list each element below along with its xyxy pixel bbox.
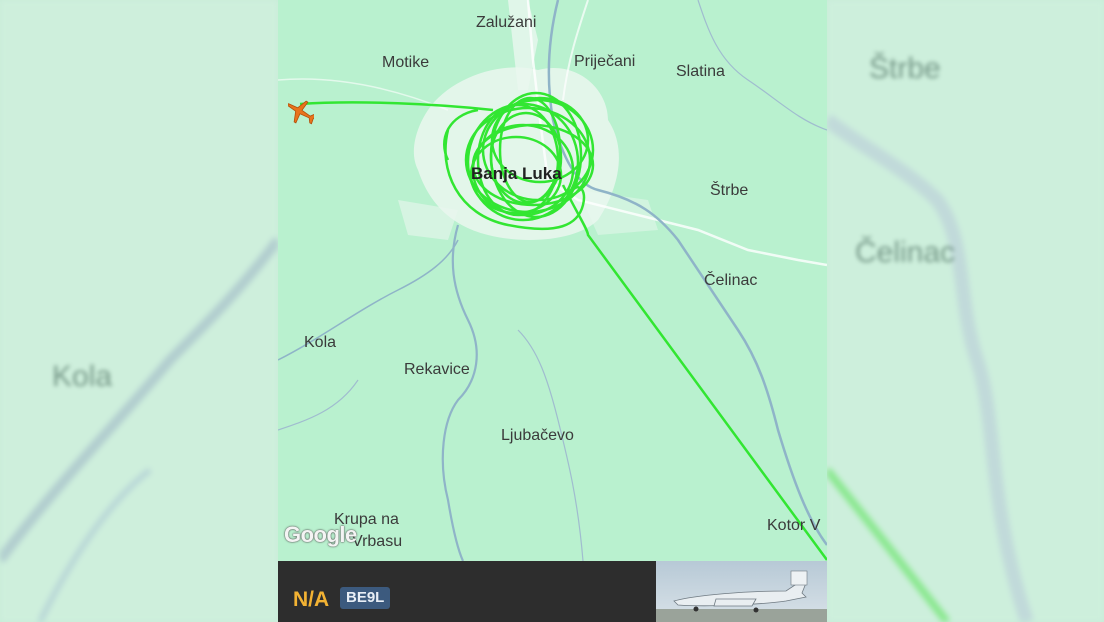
place-ljubacevo: Ljubačevo — [501, 427, 574, 444]
place-rekavice: Rekavice — [404, 361, 470, 378]
flight-map[interactable]: Zalužani Motike Priječani Slatina Banja … — [278, 0, 827, 561]
blurred-background-right: Štrbe Čelinac — [827, 0, 1104, 622]
blurred-background-left: Kola — [0, 0, 278, 622]
blurred-label-kola: Kola — [52, 360, 113, 393]
blurred-label-strbe: Štrbe — [869, 52, 941, 85]
google-attribution: Google — [284, 522, 357, 547]
place-celinac: Čelinac — [704, 272, 758, 289]
place-prijecani: Priječani — [574, 53, 636, 70]
place-motike: Motike — [382, 54, 430, 71]
blurred-map-right — [827, 0, 1104, 622]
place-krupa-line2: Vrbasu — [352, 533, 403, 550]
place-kotor: Kotor V — [767, 517, 821, 534]
aircraft-photo-thumbnail[interactable] — [656, 561, 827, 622]
aircraft-type-badge: BE9L — [340, 587, 391, 609]
place-zaluzani: Zalužani — [476, 14, 537, 31]
place-banja-luka: Banja Luka — [471, 164, 562, 183]
place-slatina: Slatina — [676, 63, 725, 80]
orange-plane-icon[interactable] — [288, 95, 314, 129]
blurred-map-left — [0, 0, 278, 622]
place-strbe: Štrbe — [710, 182, 749, 199]
place-kola: Kola — [304, 334, 337, 351]
flight-info-bar[interactable]: N/A BE9L — [278, 561, 827, 622]
callsign-label: N/A — [293, 588, 330, 611]
blurred-label-celinac: Čelinac — [855, 236, 956, 269]
